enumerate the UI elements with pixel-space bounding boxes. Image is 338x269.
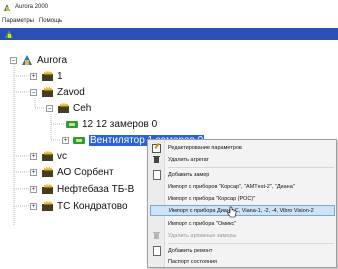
collapse-toggle[interactable]: − — [10, 56, 17, 64]
mouse-pointer-icon — [227, 206, 237, 218]
trash-icon — [152, 155, 161, 164]
tree-item-label: Нефтебаза ТБ-В — [57, 183, 135, 195]
factory-icon — [41, 167, 54, 178]
edit-icon — [152, 143, 161, 153]
expand-toggle[interactable]: + — [30, 168, 37, 176]
tree-item-neftebaza[interactable]: + Нефтебаза ТБ-В — [30, 182, 134, 196]
menu-item-import-korsar-ros[interactable]: Импорт с прибора "Корсар (РОС)" — [150, 193, 335, 204]
tree-item-ao-sorbent[interactable]: + АО Сорбент — [30, 165, 114, 179]
menu-item-import-korsar[interactable]: Импорт с приборов "Корсар", "АМТest-2", … — [150, 181, 335, 192]
tree-item-label: Aurora — [37, 54, 68, 66]
tree-item-label: ТС Кондратово — [57, 200, 128, 212]
aurora-app-icon — [3, 3, 12, 12]
menu-help[interactable]: Помощь — [39, 18, 62, 24]
tree-item-label: vc — [57, 150, 67, 162]
collapse-toggle[interactable]: − — [46, 104, 53, 112]
expand-toggle[interactable]: + — [30, 202, 37, 210]
tree-item-label: АО Сорбент — [57, 166, 114, 178]
menu-item-import-diana[interactable]: Импорт с прибора Диана-С, Viana-1, -2, -… — [150, 205, 335, 216]
factory-icon — [41, 71, 54, 82]
expand-toggle[interactable]: + — [30, 72, 37, 80]
menu-item-label: Импорт с приборов "Корсар", "АМТest-2", … — [168, 183, 295, 190]
expand-toggle[interactable]: + — [30, 152, 37, 160]
expand-toggle[interactable]: + — [30, 185, 37, 193]
tree-item-vc[interactable]: + vc — [30, 149, 67, 163]
machine-icon — [73, 135, 86, 146]
menu-bar: Параметры Помощь — [0, 15, 338, 27]
factory-icon — [41, 184, 54, 195]
menu-item-label: Добавить ремонт — [168, 247, 213, 254]
tree-item-1[interactable]: + 1 — [30, 69, 63, 83]
collapse-toggle[interactable]: − — [30, 88, 37, 96]
document-icon — [152, 246, 161, 256]
menu-item-add-measurement[interactable]: Добавить замер — [150, 169, 335, 180]
tree-item-kondratovo[interactable]: + ТС Кондратово — [30, 199, 128, 213]
tree-item-label: 12 12 замеров 0 — [82, 118, 158, 130]
machine-icon — [66, 119, 79, 130]
factory-icon — [57, 103, 70, 114]
aurora-icon[interactable] — [5, 30, 14, 38]
menu-item-label: Импорт с прибора "Омикс" — [168, 220, 237, 227]
menu-item-label: Удалить агрегат — [168, 156, 210, 163]
document-icon — [152, 170, 161, 180]
factory-icon — [41, 151, 54, 162]
expand-toggle[interactable]: + — [62, 136, 69, 144]
menu-item-label: Добавить замер — [168, 171, 210, 178]
factory-icon — [41, 87, 54, 98]
menu-item-delete-unit[interactable]: Удалить агрегат — [150, 154, 335, 165]
menu-item-label: Паспорт состояния — [168, 258, 217, 265]
aurora-icon — [21, 54, 34, 66]
menu-item-edit-parameters[interactable]: Редактирование параметров — [150, 142, 335, 153]
context-menu: Редактирование параметров Удалить агрега… — [147, 139, 337, 268]
menu-item-import-omiks[interactable]: Импорт с прибора "Омикс" — [150, 218, 335, 229]
tree-item-label: Zavod — [57, 86, 85, 98]
tree-item-label: Ceh — [73, 102, 92, 114]
menu-parameters[interactable]: Параметры — [2, 18, 34, 24]
tree-item-root[interactable]: − Aurora — [10, 53, 67, 67]
tree-item-label: 1 — [57, 70, 63, 82]
trash-icon — [152, 231, 161, 240]
tree-item-machine-12[interactable]: 12 12 замеров 0 — [66, 117, 157, 131]
menu-item-delete-archive: Удалить архивные замеры — [150, 230, 335, 241]
menu-item-label: Импорт с прибора Диана-С, Viana-1, -2, -… — [169, 207, 314, 214]
tree-item-zavod[interactable]: − Zavod — [30, 85, 85, 99]
factory-icon — [41, 201, 54, 212]
menu-separator — [168, 167, 334, 168]
menu-item-label: Удалить архивные замеры — [168, 232, 237, 239]
title-bar: Aurora 2000 — [0, 0, 338, 14]
menu-item-add-repair[interactable]: Добавить ремонт — [150, 245, 335, 256]
menu-item-label: Редактирование параметров — [168, 144, 242, 151]
menu-separator — [168, 243, 334, 244]
menu-item-condition-passport[interactable]: Паспорт состояния — [150, 256, 335, 267]
menu-item-label: Импорт с прибора "Корсар (РОС)" — [168, 195, 256, 202]
toolbar — [0, 28, 338, 40]
window-title: Aurora 2000 — [15, 4, 49, 10]
tree-item-ceh[interactable]: − Ceh — [46, 101, 91, 115]
